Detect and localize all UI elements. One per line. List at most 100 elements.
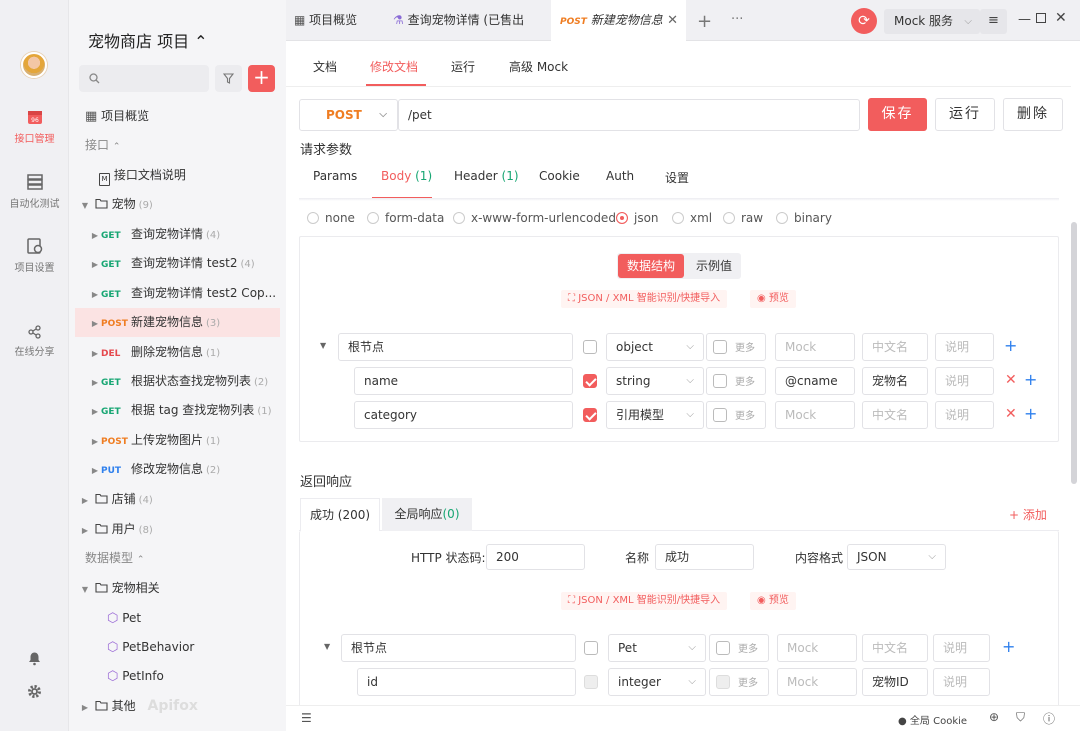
minimize-icon[interactable]: —	[1018, 12, 1031, 27]
field-name-input[interactable]: 根节点	[341, 634, 576, 662]
tree-item-api-doc[interactable]: M 接口文档说明	[75, 161, 280, 190]
nav-project-settings[interactable]: 项目设置	[0, 237, 69, 274]
body-type-radio[interactable]: none	[307, 211, 355, 225]
response-name-input[interactable]: 成功	[655, 544, 754, 570]
add-field-icon[interactable]: +	[1004, 336, 1017, 355]
body-type-radio[interactable]: json	[616, 211, 659, 225]
tab-query-pet-detail[interactable]: ⚗ 查询宠物详情 (已售出	[393, 0, 543, 41]
tab-new-pet-info[interactable]: POST 新建宠物信息 ✕	[551, 0, 686, 41]
desc-input[interactable]: 说明	[935, 333, 994, 361]
body-type-radio[interactable]: xml	[672, 211, 712, 225]
tree-api-item[interactable]: ▶ GET 根据 tag 查找宠物列表 (1)	[75, 396, 280, 425]
preview-link[interactable]: ◉ 预览	[750, 290, 796, 308]
tree-item-overview[interactable]: ▦ 项目概览	[75, 102, 280, 131]
tree-folder-store[interactable]: ▶ 店铺 (4)	[75, 485, 280, 514]
tree-search-input[interactable]	[79, 65, 209, 92]
param-tab[interactable]: Auth	[606, 169, 634, 183]
tree-folder-pet-models[interactable]: ▼ 宠物相关	[75, 574, 280, 603]
menu-icon[interactable]: ≡	[980, 9, 1007, 34]
gear-icon[interactable]	[27, 684, 42, 699]
method-select[interactable]: POST ⌵	[299, 99, 398, 131]
field-type-select[interactable]: integer ⌵	[608, 668, 706, 696]
subtab-edit-doc[interactable]: 修改文档	[370, 58, 418, 75]
body-type-radio[interactable]: x-www-form-urlencoded	[453, 211, 616, 225]
remove-icon[interactable]: ✕	[1005, 406, 1017, 422]
smart-import-link-response[interactable]: ⛶ JSON / XML 智能识别/快捷导入	[561, 592, 728, 610]
mock-input[interactable]: Mock	[775, 401, 855, 429]
tree-api-item[interactable]: ▶ GET 查询宠物详情 test2 Cop...	[75, 279, 280, 308]
desc-input[interactable]: 说明	[935, 367, 994, 395]
more-checkbox[interactable]	[716, 641, 730, 655]
maximize-icon[interactable]	[1036, 13, 1046, 23]
user-avatar[interactable]	[21, 52, 47, 78]
desc-input[interactable]: 说明	[933, 634, 990, 662]
run-button[interactable]: 运行	[935, 98, 995, 131]
body-type-radio[interactable]: raw	[723, 211, 763, 225]
filter-button[interactable]	[215, 65, 242, 92]
tree-folder-other[interactable]: ▶ 其他 Apifox	[75, 692, 280, 721]
nav-online-share[interactable]: 在线分享	[0, 325, 69, 358]
window-close-icon[interactable]: ✕	[1055, 10, 1067, 26]
mock-input[interactable]: @cname	[775, 367, 855, 395]
preview-link-response[interactable]: ◉ 预览	[750, 592, 796, 610]
toggle-example[interactable]: 示例值	[689, 254, 739, 278]
cn-name-input[interactable]: 中文名	[862, 401, 928, 429]
field-type-select[interactable]: string ⌵	[606, 367, 704, 395]
more-options[interactable]: 更多	[706, 401, 766, 429]
scrollbar[interactable]	[1071, 222, 1077, 484]
tree-api-item[interactable]: ▶ GET 查询宠物详情 (4)	[75, 220, 280, 249]
subtab-doc[interactable]: 文档	[313, 58, 337, 75]
close-icon[interactable]: ✕	[667, 0, 678, 41]
required-checkbox[interactable]	[584, 641, 598, 655]
http-status-input[interactable]: 200	[486, 544, 585, 570]
content-format-select[interactable]: JSON ⌵	[847, 544, 946, 570]
mock-input[interactable]: Mock	[777, 668, 857, 696]
tree-section-api[interactable]: 接口 ⌃	[75, 131, 280, 160]
param-tab[interactable]: Cookie	[539, 169, 580, 183]
response-tab-global[interactable]: 全局响应(0)	[382, 498, 472, 531]
tree-api-item[interactable]: ▶ GET 查询宠物详情 test2 (4)	[75, 249, 280, 278]
delete-button[interactable]: 删除	[1003, 98, 1063, 131]
more-checkbox[interactable]	[713, 408, 727, 422]
upload-icon[interactable]: ⊕	[989, 710, 999, 724]
subtab-run[interactable]: 运行	[451, 58, 475, 75]
field-name-input[interactable]: 根节点	[338, 333, 573, 361]
more-tabs-icon[interactable]: ···	[731, 12, 743, 27]
refresh-icon[interactable]: ⟳	[851, 8, 877, 34]
smart-import-link[interactable]: ⛶ JSON / XML 智能识别/快捷导入	[561, 290, 728, 308]
mock-service-dropdown[interactable]: Mock 服务 ⌵	[884, 9, 980, 34]
body-type-radio[interactable]: form-data	[367, 211, 444, 225]
cn-name-input[interactable]: 宠物名	[862, 367, 928, 395]
tree-api-item[interactable]: ▶ POST 新建宠物信息 (3)	[75, 308, 280, 338]
field-name-input[interactable]: category	[354, 401, 573, 429]
required-checkbox[interactable]	[583, 408, 597, 422]
desc-input[interactable]: 说明	[935, 401, 994, 429]
add-button[interactable]: +	[248, 65, 275, 92]
path-input[interactable]: /pet	[398, 99, 860, 131]
response-tab-success[interactable]: 成功 (200)	[300, 498, 380, 532]
required-checkbox[interactable]	[584, 675, 598, 689]
field-name-input[interactable]: name	[354, 367, 573, 395]
required-checkbox[interactable]	[583, 340, 597, 354]
field-type-select[interactable]: 引用模型 ⌵	[606, 401, 704, 429]
body-type-radio[interactable]: binary	[776, 211, 832, 225]
remove-icon[interactable]: ✕	[1005, 372, 1017, 388]
tree-model-petinfo[interactable]: ⬡ PetInfo	[75, 662, 280, 691]
more-checkbox[interactable]	[716, 675, 730, 689]
more-checkbox[interactable]	[713, 340, 727, 354]
tree-folder-pets[interactable]: ▼ 宠物 (9)	[75, 190, 280, 219]
tree-api-item[interactable]: ▶ PUT 修改宠物信息 (2)	[75, 455, 280, 484]
new-tab-plus-icon[interactable]: +	[697, 11, 712, 32]
list-toggle-icon[interactable]: ☰	[301, 711, 312, 725]
global-cookie-button[interactable]: ● 全局 Cookie	[898, 712, 967, 727]
more-checkbox[interactable]	[713, 374, 727, 388]
tree-api-item[interactable]: ▶ GET 根据状态查找宠物列表 (2)	[75, 367, 280, 396]
tree-api-item[interactable]: ▶ DEL 删除宠物信息 (1)	[75, 338, 280, 367]
field-type-select[interactable]: object ⌵	[606, 333, 704, 361]
nav-api-management[interactable]: 96 接口管理	[0, 108, 69, 145]
tree-model-pet[interactable]: ⬡ Pet	[75, 604, 280, 633]
bell-icon[interactable]	[27, 651, 42, 666]
shirt-icon[interactable]: ⛉	[1016, 710, 1025, 725]
cn-name-input[interactable]: 中文名	[862, 634, 928, 662]
desc-input[interactable]: 说明	[933, 668, 990, 696]
